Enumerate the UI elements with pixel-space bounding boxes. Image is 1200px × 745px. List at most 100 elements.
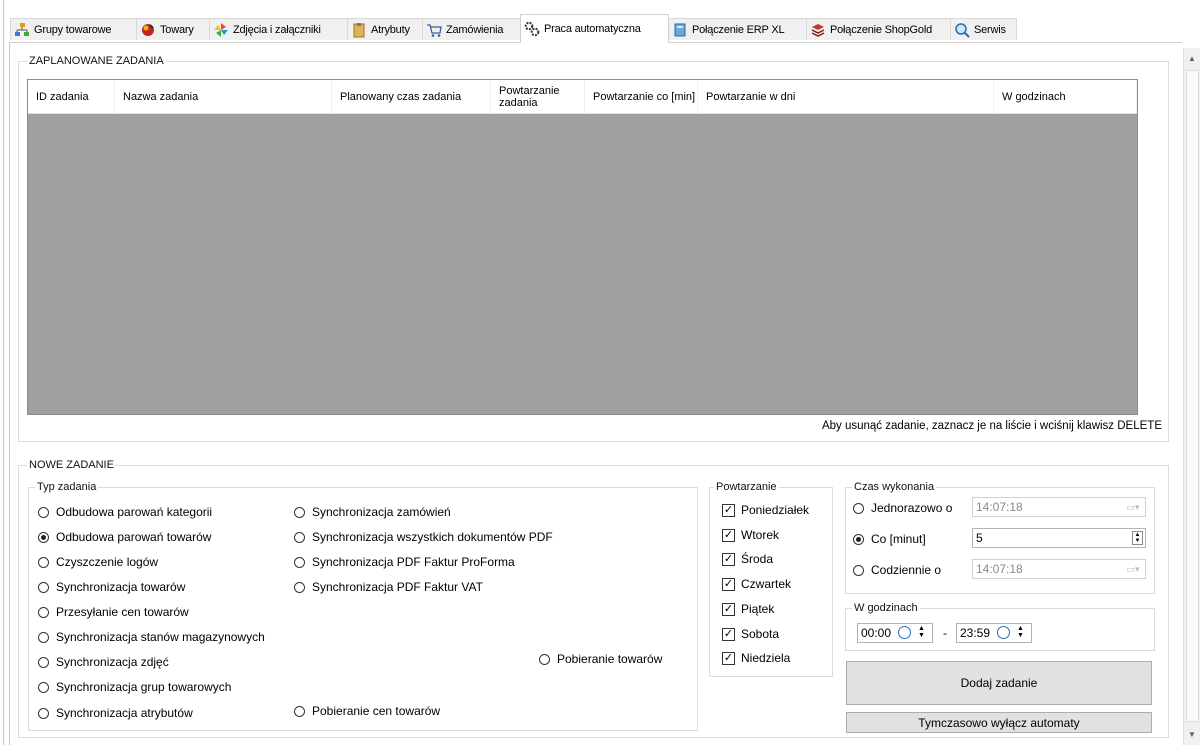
radio-once-at[interactable]: Jednorazowo o — [853, 499, 952, 517]
daily-time-value: 14:07:18 — [976, 562, 1023, 576]
tab-polaczenie-erp[interactable]: Połączenie ERP XL — [668, 18, 807, 40]
hours-to-picker[interactable]: 23:59 ▲ ▼ — [956, 623, 1032, 643]
tab-praca-automatyczna[interactable]: Praca automatyczna — [520, 14, 669, 43]
radio-circle — [38, 531, 49, 543]
spin-arrows-icon[interactable]: ▲ ▼ — [1017, 625, 1024, 639]
hours-from-value: 00:00 — [861, 626, 892, 640]
radio-send-prices[interactable]: Przesyłanie cen towarów — [38, 603, 189, 621]
checkbox-saturday[interactable]: ✓ Sobota — [722, 625, 779, 643]
column-header-repeat-minutes[interactable]: Powtarzanie co [min] — [585, 80, 698, 113]
radio-label: Synchronizacja towarów — [56, 580, 186, 594]
pinwheel-icon — [213, 22, 229, 38]
radio-circle — [38, 631, 49, 643]
daily-time-picker[interactable]: 14:07:18 ▭▾ — [972, 559, 1146, 579]
once-time-picker[interactable]: 14:07:18 ▭▾ — [972, 497, 1146, 517]
hours-from-picker[interactable]: 00:00 ▲ ▼ — [857, 623, 933, 643]
checkbox-tuesday[interactable]: ✓ Wtorek — [722, 526, 779, 544]
radio-label: Czyszczenie logów — [56, 555, 159, 569]
checkmark-icon: ✓ — [722, 602, 735, 616]
tab-label: Zdjęcia i załączniki — [233, 23, 321, 36]
every-minutes-stepper[interactable]: 5 ▲ ▼ — [972, 528, 1146, 548]
column-header-repeat[interactable]: Powtarzanie zadania — [491, 80, 585, 113]
tab-polaczenie-shopgold[interactable]: Połączenie ShopGold — [806, 18, 951, 40]
checkmark-icon: ✓ — [722, 503, 735, 517]
column-header-repeat-days[interactable]: Powtarzanie w dni — [698, 80, 994, 113]
radio-label: Synchronizacja stanów magazynowych — [56, 630, 265, 644]
tab-label: Zamówienia — [446, 23, 504, 36]
tab-label: Połączenie ShopGold — [830, 23, 932, 36]
group-title: ZAPLANOWANE ZADANIA — [27, 54, 166, 68]
checkbox-wednesday[interactable]: ✓ Środa — [722, 550, 773, 568]
radio-sync-vat-pdf[interactable]: Synchronizacja PDF Faktur VAT — [294, 578, 483, 596]
checkbox-monday[interactable]: ✓ Poniedziałek — [722, 501, 809, 519]
radio-daily-at[interactable]: Codziennie o — [853, 561, 941, 579]
radio-label: Synchronizacja zdjęć — [56, 655, 169, 669]
tab-grupy-towarowe[interactable]: Grupy towarowe — [10, 18, 137, 40]
gears-icon — [524, 21, 540, 37]
add-task-button[interactable]: Dodaj zadanie — [846, 661, 1152, 705]
checkbox-label: Środa — [741, 552, 774, 566]
calendar-dropdown-icon[interactable]: ▭▾ — [1124, 563, 1142, 575]
checkmark-icon: ✓ — [722, 528, 735, 542]
radio-circle — [38, 606, 49, 618]
tab-towary[interactable]: Towary — [136, 18, 210, 40]
group-title: Czas wykonania — [852, 480, 937, 494]
radio-download-prices[interactable]: Pobieranie cen towarów — [294, 702, 440, 720]
radio-sync-images[interactable]: Synchronizacja zdjęć — [38, 653, 169, 671]
radio-circle — [853, 533, 864, 545]
panel-border — [9, 42, 10, 745]
tab-serwis[interactable]: Serwis — [950, 18, 1017, 40]
checkmark-icon: ✓ — [722, 577, 735, 591]
column-header-name[interactable]: Nazwa zadania — [115, 80, 332, 113]
radio-sync-groups[interactable]: Synchronizacja grup towarowych — [38, 678, 231, 696]
radio-sync-orders[interactable]: Synchronizacja zamówień — [294, 503, 451, 521]
radio-circle — [294, 556, 305, 568]
every-minutes-value: 5 — [976, 531, 983, 545]
column-header-planned-time[interactable]: Planowany czas zadania — [332, 80, 491, 113]
column-header-hours[interactable]: W godzinach — [994, 80, 1137, 113]
tab-label: Towary — [160, 23, 194, 36]
radio-product-pairing[interactable]: Odbudowa parowań towarów — [38, 528, 211, 546]
tab-atrybuty[interactable]: Atrybuty — [347, 18, 423, 40]
spin-arrows-icon[interactable]: ▲ ▼ — [1132, 531, 1143, 545]
radio-circle — [294, 705, 305, 717]
radio-sync-products[interactable]: Synchronizacja towarów — [38, 578, 185, 596]
tab-label: Praca automatyczna — [544, 23, 641, 35]
spin-arrows-icon[interactable]: ▲ ▼ — [918, 625, 925, 639]
tab-label: Grupy towarowe — [34, 23, 112, 36]
tab-zamowienia[interactable]: Zamówienia — [422, 18, 521, 40]
radio-label: Synchronizacja zamówień — [312, 505, 451, 519]
tab-bar: Grupy towarowe Towary Zdjęcia i załączni… — [10, 14, 1032, 43]
radio-sync-all-pdf[interactable]: Synchronizacja wszystkich dokumentów PDF — [294, 528, 553, 546]
radio-category-pairing[interactable]: Odbudowa parowań kategorii — [38, 503, 212, 521]
disable-automation-button[interactable]: Tymczasowo wyłącz automaty — [846, 712, 1152, 733]
tab-label: Atrybuty — [371, 23, 410, 36]
scroll-down-icon[interactable]: ▼ — [1184, 724, 1200, 744]
checkbox-friday[interactable]: ✓ Piątek — [722, 600, 774, 618]
radio-every-minutes[interactable]: Co [minut] — [853, 530, 926, 548]
tasks-table[interactable]: ID zadania Nazwa zadania Planowany czas … — [27, 79, 1138, 415]
checkmark-icon: ✓ — [722, 552, 735, 566]
checkbox-label: Piątek — [741, 602, 775, 616]
tree-icon — [14, 22, 30, 38]
radio-sync-attributes[interactable]: Synchronizacja atrybutów — [38, 704, 193, 722]
radio-circle — [38, 581, 49, 593]
radio-sync-proforma-pdf[interactable]: Synchronizacja PDF Faktur ProForma — [294, 553, 515, 571]
radio-circle — [294, 531, 305, 543]
radio-circle — [38, 506, 49, 518]
column-header-id[interactable]: ID zadania — [28, 80, 115, 113]
radio-sync-stock[interactable]: Synchronizacja stanów magazynowych — [38, 628, 265, 646]
scroll-up-icon[interactable]: ▲ — [1184, 48, 1200, 68]
checkbox-thursday[interactable]: ✓ Czwartek — [722, 575, 791, 593]
tab-zdjecia[interactable]: Zdjęcia i załączniki — [209, 18, 348, 40]
radio-label: Synchronizacja grup towarowych — [56, 680, 232, 694]
group-title: Typ zadania — [35, 480, 99, 494]
checkbox-sunday[interactable]: ✓ Niedziela — [722, 649, 790, 667]
calendar-dropdown-icon[interactable]: ▭▾ — [1124, 501, 1142, 513]
radio-download-products[interactable]: Pobieranie towarów — [539, 650, 662, 668]
radio-circle — [38, 656, 49, 668]
checkbox-label: Poniedziałek — [741, 503, 810, 517]
vertical-scrollbar[interactable]: ▲ ▼ — [1183, 48, 1200, 745]
scrollbar-thumb[interactable] — [1186, 70, 1199, 722]
radio-clear-logs[interactable]: Czyszczenie logów — [38, 553, 158, 571]
